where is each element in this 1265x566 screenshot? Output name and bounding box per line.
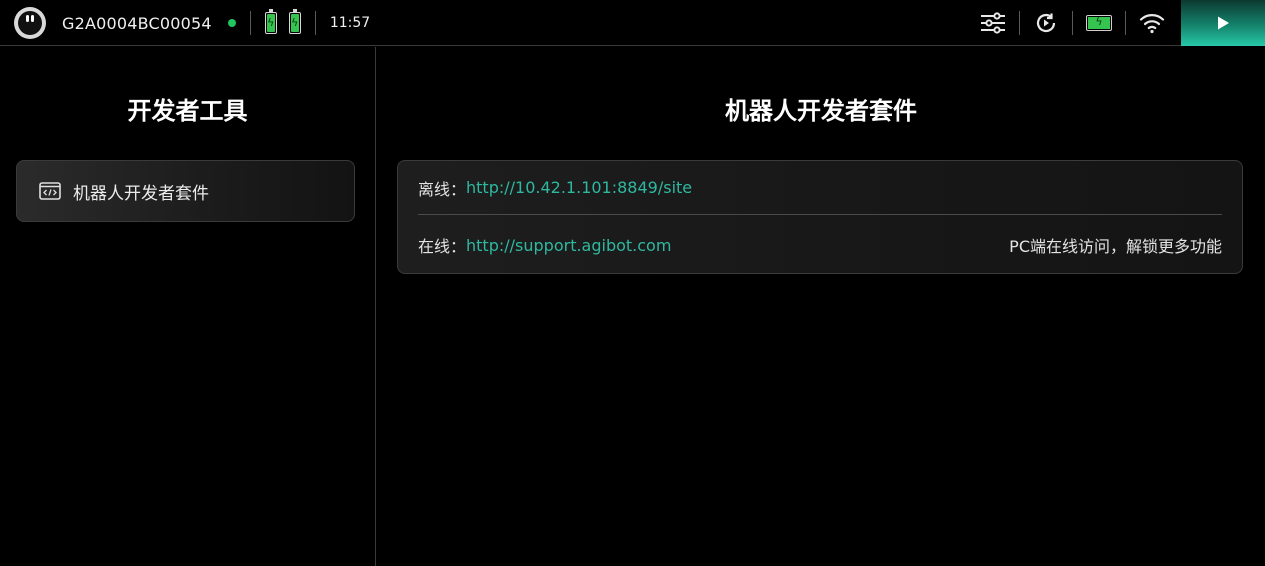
divider — [1019, 11, 1020, 35]
offline-link[interactable]: http://10.42.1.101:8849/site — [466, 178, 692, 197]
sidebar-item-label: 机器人开发者套件 — [73, 183, 209, 204]
status-left: G2A0004BC00054 ϟ ϟ 11:57 — [14, 6, 370, 40]
device-id: G2A0004BC00054 — [62, 13, 212, 33]
play-button[interactable] — [1181, 0, 1265, 46]
play-icon — [1218, 16, 1229, 30]
online-link[interactable]: http://support.agibot.com — [466, 236, 671, 255]
page-title: 机器人开发者套件 — [725, 97, 917, 125]
battery-icon: ϟ — [288, 9, 301, 34]
battery-icon: ϟ — [264, 9, 277, 34]
refresh-play-icon[interactable] — [1031, 8, 1061, 38]
sidebar-title: 开发者工具 — [127, 97, 248, 125]
status-bar: G2A0004BC00054 ϟ ϟ 11:57 ϟ — [0, 0, 1265, 46]
offline-row: 离线： http://10.42.1.101:8849/site — [418, 161, 1222, 215]
sidebar: 开发者工具 机器人开发者套件 — [0, 47, 376, 566]
links-card: 离线： http://10.42.1.101:8849/site 在线： htt… — [397, 160, 1243, 274]
clock: 11:57 — [329, 15, 371, 31]
online-note: PC端在线访问，解锁更多功能 — [1009, 237, 1222, 256]
main-panel: 机器人开发者套件 离线： http://10.42.1.101:8849/sit… — [377, 47, 1265, 566]
code-window-icon — [39, 182, 61, 200]
sidebar-item-dev-kit[interactable]: 机器人开发者套件 — [16, 160, 355, 222]
offline-label: 离线： — [418, 179, 467, 199]
divider — [1072, 11, 1073, 35]
battery-charging-icon: ϟ — [1084, 8, 1114, 38]
sliders-icon[interactable] — [978, 8, 1008, 38]
divider — [314, 11, 316, 35]
online-row: 在线： http://support.agibot.com PC端在线访问，解锁… — [418, 218, 1222, 272]
robot-avatar-icon[interactable] — [14, 7, 46, 39]
divider — [249, 11, 251, 35]
wifi-icon[interactable] — [1137, 8, 1167, 38]
divider — [1125, 11, 1126, 35]
online-status-dot — [227, 19, 236, 27]
online-label: 在线： — [418, 237, 467, 256]
status-right: ϟ — [978, 0, 1265, 46]
